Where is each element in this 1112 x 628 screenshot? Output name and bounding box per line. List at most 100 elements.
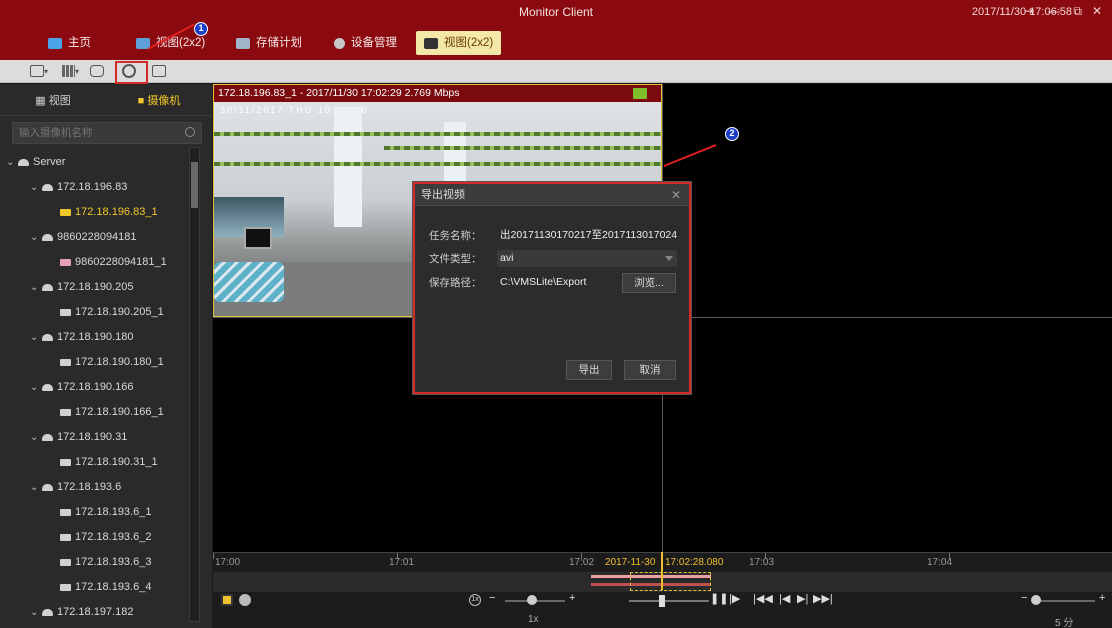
clock-icon[interactable] xyxy=(239,594,251,606)
frame-slider[interactable] xyxy=(629,600,709,602)
zoom-slider[interactable] xyxy=(1033,600,1095,602)
prev-frame-button[interactable]: |◀ xyxy=(779,592,790,605)
video-pane-4[interactable] xyxy=(663,318,1112,552)
chevron-down-icon[interactable]: ⌄ xyxy=(30,600,42,625)
camera-icon xyxy=(60,258,71,266)
tree-device-item[interactable]: ⌄ 172.18.190.166 xyxy=(0,375,200,400)
tick-label: 17:01 xyxy=(389,557,415,568)
chevron-down-icon[interactable]: ⌄ xyxy=(30,275,42,300)
sidebar-tabs: ▦ 视图 ■ 摄像机 xyxy=(0,84,212,116)
zoom-slider-knob[interactable] xyxy=(1031,595,1041,605)
tree-item-label: 172.18.193.6_2 xyxy=(75,531,152,543)
tree-device-item[interactable]: ⌄ Server xyxy=(0,150,200,175)
tree-device-item[interactable]: ⌄ 172.18.190.205 xyxy=(0,275,200,300)
minimize-icon[interactable]: — xyxy=(1048,4,1060,18)
tree-item-label: 172.18.190.31 xyxy=(57,431,128,443)
tree-camera-item[interactable]: 172.18.190.31_1 xyxy=(0,450,200,475)
fullscreen-button[interactable] xyxy=(152,63,166,79)
timeline-date: 2017-11-30 xyxy=(605,557,656,568)
scrollbar-thumb[interactable] xyxy=(191,162,198,208)
nav-home[interactable]: 主页 xyxy=(40,31,99,55)
zoom-out-button[interactable]: − xyxy=(1021,592,1027,604)
tab-camera-label: 摄像机 xyxy=(147,94,181,107)
grid-button[interactable]: ▾ xyxy=(62,63,79,79)
video-header: 172.18.196.83_1 - 2017/11/30 17:02:29 2.… xyxy=(214,85,661,102)
chevron-down-icon[interactable]: ⌄ xyxy=(6,150,18,175)
tree-item-label: 172.18.193.6 xyxy=(57,481,122,493)
timeline-time: 17:02:28.080 xyxy=(665,557,724,568)
app-window: Monitor Client 2017/11/30 17:06:58 ⇥ — ⧉… xyxy=(0,0,1112,628)
tree-camera-item[interactable]: 172.18.193.6_2 xyxy=(0,525,200,550)
chevron-down-icon[interactable]: ⌄ xyxy=(30,475,42,500)
snapshot-button[interactable] xyxy=(90,63,104,79)
tree-camera-item[interactable]: 172.18.196.83_1 xyxy=(0,200,200,225)
playhead[interactable] xyxy=(661,552,663,590)
tree-device-item[interactable]: ⌄ 9860228094181 xyxy=(0,225,200,250)
tree-item-label: 172.18.196.83 xyxy=(57,181,128,193)
nav-storage-label: 存储计划 xyxy=(256,37,302,49)
tick-label: 17:03 xyxy=(749,557,775,568)
tree-camera-item[interactable]: 172.18.190.180_1 xyxy=(0,350,200,375)
video-pane-2[interactable] xyxy=(663,84,1112,317)
task-name-field[interactable]: 出20171130170217至20171130170244 xyxy=(497,227,677,244)
chevron-down-icon[interactable]: ⌄ xyxy=(30,375,42,400)
chevron-down-icon[interactable]: ⌄ xyxy=(30,175,42,200)
nav-view-active[interactable]: 视图(2x2) xyxy=(416,31,502,55)
cancel-button[interactable]: 取消 xyxy=(624,360,676,380)
layout-icon xyxy=(30,65,44,77)
tab-camera[interactable]: ■ 摄像机 xyxy=(106,92,212,108)
tab-view-label: 视图 xyxy=(48,94,71,107)
save-path-field[interactable]: C:\VMSLite\Export xyxy=(497,274,607,291)
nav-device[interactable]: 设备管理 xyxy=(326,31,405,55)
record-icon[interactable] xyxy=(221,594,233,606)
tree-camera-item[interactable]: 172.18.190.205_1 xyxy=(0,300,200,325)
tree-item-label: 172.18.193.6_1 xyxy=(75,506,152,518)
file-type-select[interactable]: avi xyxy=(497,250,677,267)
zoom-in-button[interactable]: + xyxy=(1099,592,1105,604)
skip-start-button[interactable]: |◀◀ xyxy=(753,592,773,605)
speed-slider-knob[interactable] xyxy=(527,595,537,605)
logout-icon[interactable]: ⇥ xyxy=(1024,4,1034,18)
close-icon[interactable]: ✕ xyxy=(671,184,681,206)
export-button[interactable]: 导出 xyxy=(566,360,612,380)
tree-camera-item[interactable]: 172.18.193.6_3 xyxy=(0,550,200,575)
tree-device-item[interactable]: ⌄ 172.18.196.83 xyxy=(0,175,200,200)
tree-camera-item[interactable]: 172.18.190.166_1 xyxy=(0,400,200,425)
tree-device-item[interactable]: ⌄ 172.18.190.31 xyxy=(0,425,200,450)
pause-button[interactable]: ❚❚ xyxy=(710,592,728,605)
tree-device-item[interactable]: ⌄ 172.18.190.180 xyxy=(0,325,200,350)
camera-search xyxy=(12,122,202,144)
tree-item-label: 9860228094181_1 xyxy=(75,256,167,268)
server-icon xyxy=(42,333,53,341)
layout-button[interactable]: ▾ xyxy=(30,63,48,79)
chevron-down-icon[interactable]: ⌄ xyxy=(30,425,42,450)
playback-timeline: 17:00 17:01 17:02 17:03 17:04 2017-11-30… xyxy=(213,552,1112,628)
camera-icon xyxy=(60,308,71,316)
tree-device-item[interactable]: ⌄ 172.18.197.182 xyxy=(0,600,200,625)
tree-camera-item[interactable]: 172.18.193.6_1 xyxy=(0,500,200,525)
speed-decrease-button[interactable]: − xyxy=(489,592,495,604)
speed-increase-button[interactable]: + xyxy=(569,592,575,604)
tick-label: 17:00 xyxy=(215,557,241,568)
tree-item-label: 172.18.190.166 xyxy=(57,381,134,393)
next-frame-button[interactable]: ▶| xyxy=(797,592,808,605)
frame-slider-knob[interactable] xyxy=(659,595,665,607)
export-selection[interactable] xyxy=(630,572,711,591)
restore-icon[interactable]: ⧉ xyxy=(1073,4,1082,19)
chevron-down-icon[interactable]: ⌄ xyxy=(30,225,42,250)
search-input[interactable] xyxy=(13,123,201,143)
main-nav: 主页 视图(2x2) 存储计划 设备管理 视图(2x2) xyxy=(0,25,1112,60)
tree-device-item[interactable]: ⌄ 172.18.193.6 xyxy=(0,475,200,500)
sidebar-scrollbar[interactable] xyxy=(189,147,200,622)
nav-storage[interactable]: 存储计划 xyxy=(228,31,310,55)
close-icon[interactable]: ✕ xyxy=(1092,4,1102,18)
tab-view[interactable]: ▦ 视图 xyxy=(0,92,106,108)
camera-icon xyxy=(60,508,71,516)
tree-camera-item[interactable]: 172.18.193.6_4 xyxy=(0,575,200,600)
tree-camera-item[interactable]: 9860228094181_1 xyxy=(0,250,200,275)
tree-item-label: 172.18.193.6_3 xyxy=(75,556,152,568)
step-forward-button[interactable]: |▶ xyxy=(729,592,740,605)
chevron-down-icon[interactable]: ⌄ xyxy=(30,325,42,350)
skip-end-button[interactable]: ▶▶| xyxy=(813,592,833,605)
browse-button[interactable]: 浏览... xyxy=(622,273,676,293)
